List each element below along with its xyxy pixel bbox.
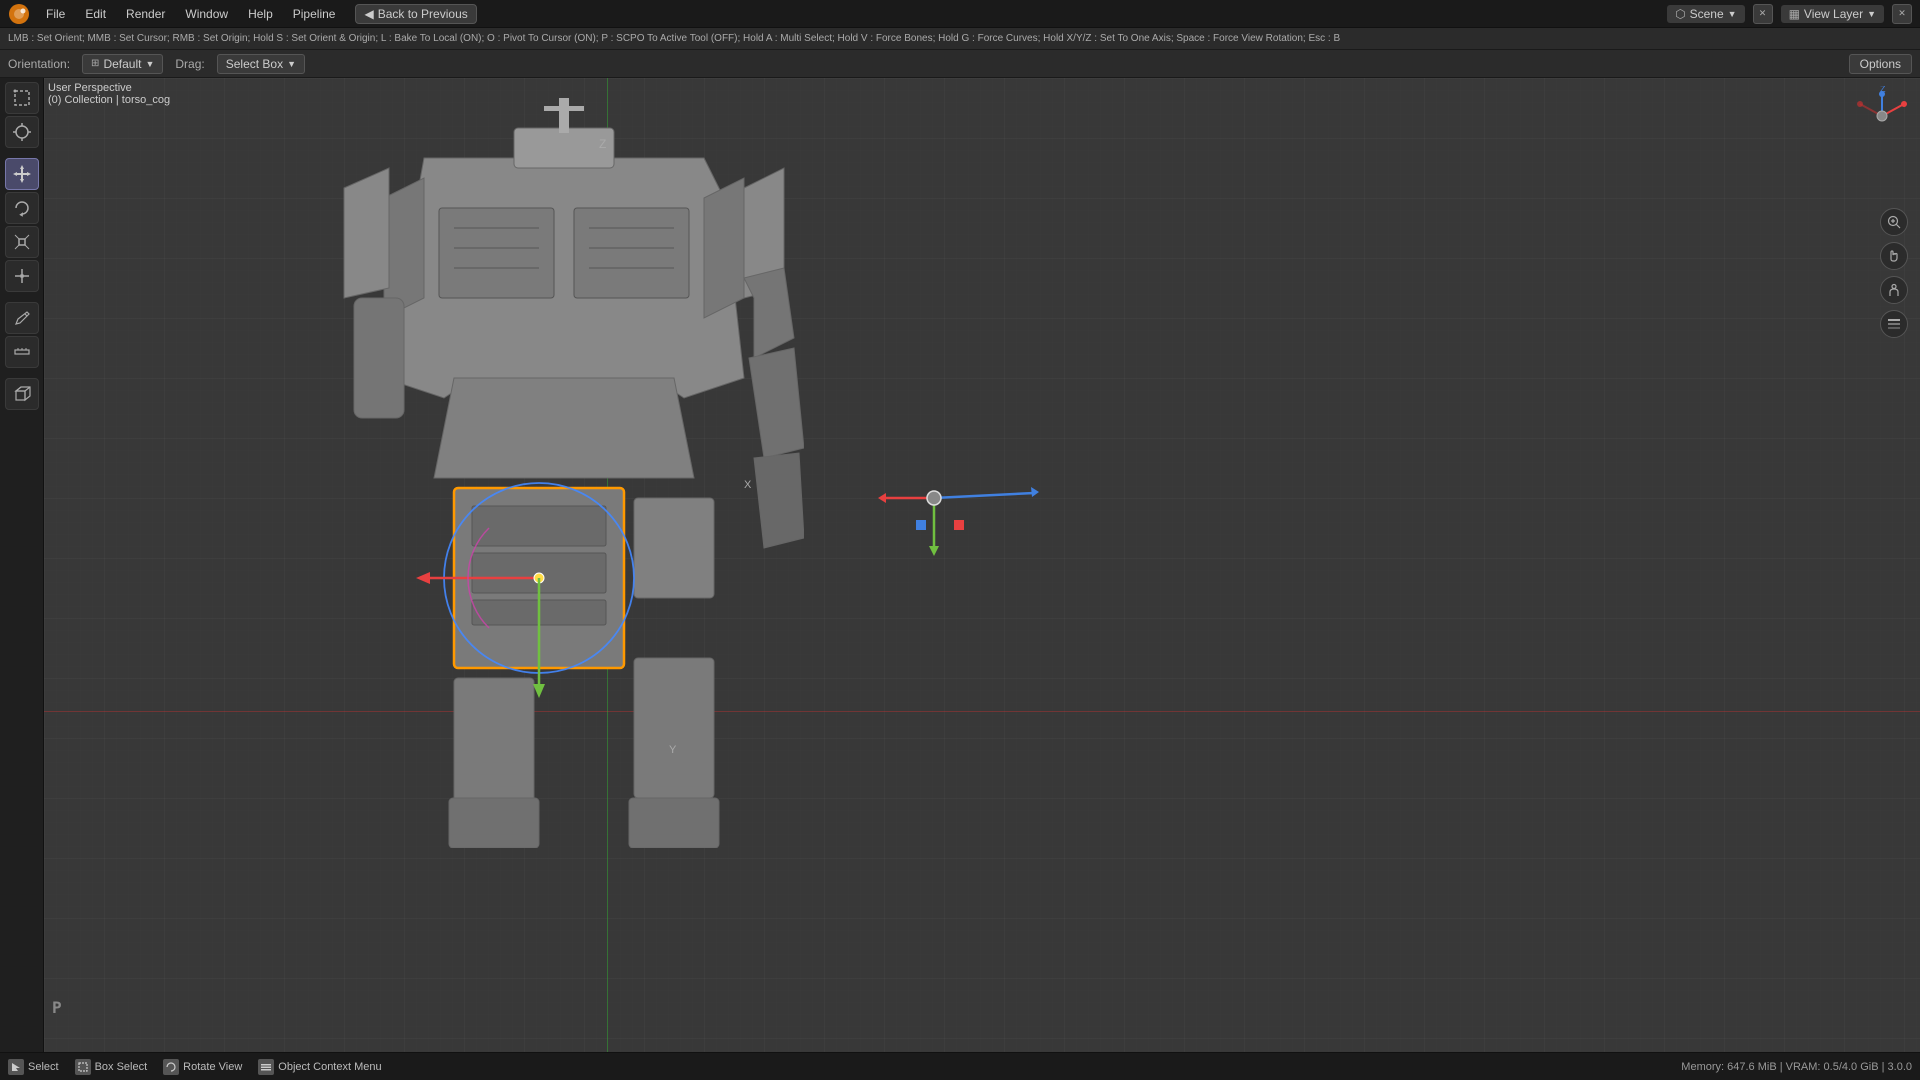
context-menu-status[interactable]: Object Context Menu (258, 1059, 381, 1075)
select-box-tool-button[interactable] (5, 82, 39, 114)
viewport-axis-gizmo[interactable]: Z (1852, 86, 1912, 146)
menu-pipeline[interactable]: Pipeline (285, 5, 344, 23)
scale-icon (13, 233, 31, 251)
top-right-controls: ⬡ Scene ▼ ✕ ▦ View Layer ▼ ✕ (1667, 4, 1912, 24)
cursor-tool-button[interactable] (5, 116, 39, 148)
rotate-icon (13, 199, 31, 217)
scene-icon: ⬡ (1675, 7, 1685, 21)
memory-status: Memory: 647.6 MiB | VRAM: 0.5/4.0 GiB | … (1681, 1061, 1912, 1073)
scene-dropdown-icon: ▼ (1728, 9, 1737, 19)
move-tool-button[interactable] (5, 158, 39, 190)
viewlayer-close[interactable]: ✕ (1892, 4, 1912, 24)
annotate-tool-button[interactable] (5, 302, 39, 334)
transform-icon (13, 267, 31, 285)
orientation-dropdown[interactable]: ⊞ Default ▼ (82, 54, 163, 74)
add-object-tool-button[interactable] (5, 378, 39, 410)
drag-dropdown[interactable]: Select Box ▼ (217, 54, 305, 74)
person-button[interactable] (1880, 276, 1908, 304)
cursor-icon (13, 123, 31, 141)
orientation-chevron-icon: ▼ (145, 59, 154, 69)
transform-gizmo (864, 438, 1044, 571)
drag-chevron-icon: ▼ (287, 59, 296, 69)
zoom-in-button[interactable] (1880, 208, 1908, 236)
grab-button[interactable] (1880, 242, 1908, 270)
orientation-label: Orientation: (8, 57, 70, 71)
back-arrow-icon: ◀ (364, 7, 373, 21)
drag-label: Drag: (175, 57, 204, 71)
select-icon (8, 1059, 24, 1075)
add-cube-icon (13, 385, 31, 403)
robot-model: Z X Y (324, 98, 804, 848)
rotate-view-icon (163, 1059, 179, 1075)
scale-tool-button[interactable] (5, 226, 39, 258)
annotate-icon (13, 309, 31, 327)
select-status[interactable]: Select (8, 1059, 59, 1075)
menu-edit[interactable]: Edit (77, 5, 114, 23)
options-button[interactable]: Options (1849, 54, 1912, 74)
toolbar-row: Orientation: ⊞ Default ▼ Drag: Select Bo… (0, 50, 1920, 78)
p-key-indicator: P (52, 998, 62, 1017)
box-select-status[interactable]: Box Select (75, 1059, 148, 1075)
viewlayer-icon: ▦ (1789, 7, 1800, 21)
menu-window[interactable]: Window (177, 5, 236, 23)
box-select-icon (75, 1059, 91, 1075)
left-toolbar (0, 78, 44, 1052)
measure-tool-button[interactable] (5, 336, 39, 368)
table-button[interactable] (1880, 310, 1908, 338)
svg-text:Z: Z (599, 137, 606, 151)
svg-text:X: X (744, 479, 752, 491)
main-area: User Perspective (0) Collection | torso_… (0, 78, 1920, 1052)
menu-help[interactable]: Help (240, 5, 281, 23)
blender-logo-icon (8, 3, 30, 25)
top-menu-bar: File Edit Render Window Help Pipeline ◀ … (0, 0, 1920, 28)
select-box-icon (13, 89, 31, 107)
rotate-tool-button[interactable] (5, 192, 39, 224)
viewlayer-dropdown-icon: ▼ (1867, 9, 1876, 19)
svg-text:Y: Y (669, 744, 677, 756)
viewport-3d[interactable]: User Perspective (0) Collection | torso_… (44, 78, 1920, 1052)
measure-icon (13, 343, 31, 361)
scene-selector[interactable]: ⬡ Scene ▼ (1667, 5, 1744, 23)
robot-svg: Z X Y (324, 98, 804, 848)
transform-tool-button[interactable] (5, 260, 39, 292)
status-bar: Select Box Select Rotate View Object Con… (0, 1052, 1920, 1080)
viewlayer-selector[interactable]: ▦ View Layer ▼ (1781, 5, 1884, 23)
rotate-view-status[interactable]: Rotate View (163, 1059, 242, 1075)
move-icon (13, 165, 31, 183)
shortcut-bar: LMB : Set Orient; MMB : Set Cursor; RMB … (0, 28, 1920, 50)
back-to-previous-button[interactable]: ◀ Back to Previous (355, 4, 476, 24)
menu-file[interactable]: File (38, 5, 73, 23)
context-menu-icon (258, 1059, 274, 1075)
window-controls[interactable]: ✕ (1753, 4, 1773, 24)
menu-render[interactable]: Render (118, 5, 173, 23)
right-viewport-controls (1880, 208, 1908, 338)
